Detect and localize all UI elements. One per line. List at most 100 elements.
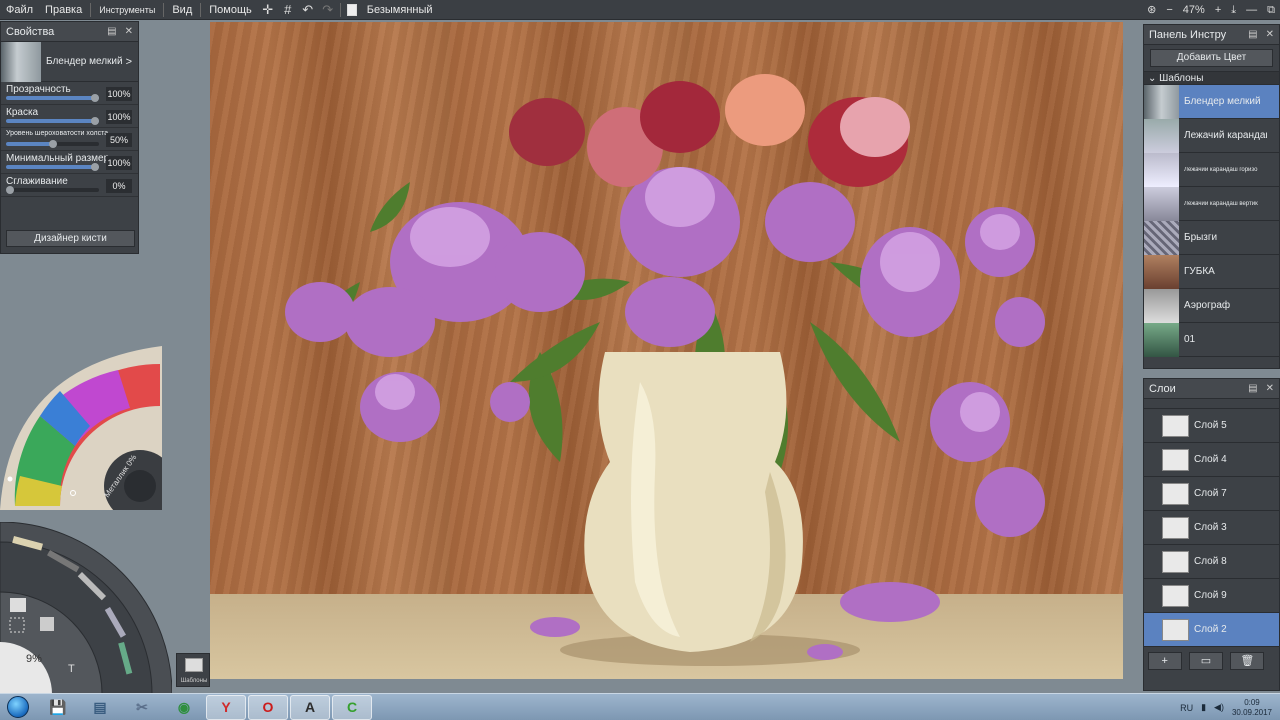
template-item[interactable]: Брызги [1144,220,1279,255]
menu-edit[interactable]: Правка [39,0,88,20]
svg-text:T: T [68,663,75,675]
template-label: 01 [1184,334,1196,345]
layer-item[interactable]: Слой 7 [1144,477,1279,511]
templates-label: Шаблоны [180,678,208,684]
screenshot-icon[interactable]: ⊛ [1142,0,1161,20]
taskbar-app-button[interactable]: Y [206,694,246,720]
pin-icon[interactable]: ▤ [1248,29,1257,40]
menu-separator [339,2,341,17]
taskbar-app-button[interactable]: O [248,694,288,720]
menu-separator [163,2,165,17]
template-item[interactable]: 01 [1144,322,1279,357]
templates-icon [185,658,203,672]
add-color-button[interactable]: Добавить Цвет [1150,49,1273,67]
menu-view[interactable]: Вид [166,0,198,20]
close-icon[interactable]: ✕ [1266,383,1274,394]
layer-item[interactable]: Слой 3 [1144,511,1279,545]
taskbar-app-button[interactable]: C [332,694,372,720]
slider-value[interactable]: 100% [106,110,132,124]
clock[interactable]: 0:09 30.09.2017 [1232,698,1272,718]
tool-selector-fan[interactable]: T 9% [0,521,173,695]
layer-item[interactable]: Слой 5 [1144,409,1279,443]
template-thumbnail [1144,254,1179,289]
template-item[interactable]: Аэрограф [1144,288,1279,323]
properties-header: Свойства ▤ ✕ [1,22,138,42]
slider-value[interactable]: 100% [106,87,132,101]
pin-icon[interactable]: ▤ [107,26,116,37]
menu-help[interactable]: Помощь [203,0,258,20]
document-tab[interactable]: Безымянный [343,0,439,20]
zoom-out-button[interactable]: − [1161,0,1177,20]
painting-canvas[interactable] [210,22,1123,679]
taskbar-app-button[interactable]: ◉ [164,695,204,720]
menu-tools[interactable]: Инструменты [93,0,161,20]
add-folder-button[interactable]: ▭ [1188,652,1223,670]
eraser-icon[interactable] [10,598,26,612]
template-item[interactable]: Лежачий карандаш вертик [1144,186,1279,221]
network-icon[interactable]: ▮ [1201,702,1206,713]
template-thumbnail [1144,118,1179,153]
color-picker[interactable]: Металлик 0% [0,346,176,522]
templates-list: Блендер мелкий Лежачий карандаш2 Лежачий к… [1144,84,1279,357]
template-thumbnail [1144,84,1179,119]
slider-knob[interactable] [6,186,14,194]
slider-knob[interactable] [91,163,99,171]
slider-track[interactable] [6,163,99,171]
brush-expand-arrow[interactable]: > [126,56,138,68]
layer-thumbnail [1162,550,1189,573]
volume-icon[interactable]: ◀) [1214,702,1224,713]
grid-icon[interactable]: # [278,0,298,20]
layer-item[interactable]: Слой 8 [1144,545,1279,579]
minimize-button[interactable]: — [1241,0,1262,20]
properties-title: Свойства [6,25,55,38]
start-button[interactable] [0,694,36,720]
templates-section-title: Шаблоны [1159,73,1204,84]
delete-layer-button[interactable]: 🗑 [1230,652,1265,670]
close-icon[interactable]: ✕ [1266,29,1274,40]
template-thumbnail [1144,152,1179,187]
menu-file[interactable]: Файл [0,0,39,20]
hue-selector-dot[interactable] [7,476,13,482]
templates-section-header[interactable]: ⌄ Шаблоны [1144,71,1279,85]
add-layer-button[interactable]: + [1147,652,1182,670]
taskbar-app-button[interactable]: ▤ [80,695,120,720]
language-indicator[interactable]: RU [1180,703,1193,713]
templates-button[interactable]: Шаблоны [176,653,210,687]
template-item[interactable]: Лежачий карандаш2 [1144,118,1279,153]
template-label: Аэрограф [1184,300,1231,311]
download-icon[interactable]: ⤓ [1226,0,1241,20]
slider-track[interactable] [6,117,99,125]
zoom-in-button[interactable]: + [1210,0,1226,20]
move-icon[interactable]: ✛ [258,0,278,20]
undo-icon[interactable]: ↶ [298,0,318,20]
template-label: Лежачий карандаш горизо [1184,166,1258,173]
slider-knob[interactable] [48,140,57,148]
close-icon[interactable]: ✕ [125,26,133,37]
template-item[interactable]: ГУБКА [1144,254,1279,289]
layer-item[interactable]: Слой 4 [1144,443,1279,477]
slider-track[interactable] [6,186,99,194]
slider-knob[interactable] [91,94,99,102]
pin-icon[interactable]: ▤ [1248,383,1257,394]
layer-item[interactable]: Слой 2 [1144,613,1279,647]
slider-value[interactable]: 0% [106,179,132,193]
layer-thumbnail [1162,516,1189,539]
text-tool-icon[interactable]: T [68,663,75,675]
taskbar-app-button[interactable]: ✂ [122,695,162,720]
template-item[interactable]: Лежачий карандаш горизо [1144,152,1279,187]
slider-track[interactable] [6,140,99,148]
restore-button[interactable]: ⧉ [1262,0,1280,20]
redo-icon[interactable]: ↷ [318,0,338,20]
layer-item[interactable]: Слой 9 [1144,579,1279,613]
current-brush[interactable]: Блендер мелкий > [1,41,138,82]
fill-bucket-icon[interactable] [40,617,54,631]
slider-value[interactable]: 50% [106,133,132,147]
slider-knob[interactable] [91,117,99,125]
layer-thumbnail [1162,618,1189,641]
slider-track[interactable] [6,94,99,102]
taskbar-app-button[interactable]: A [290,694,330,720]
taskbar-app-button[interactable]: 💾 [38,695,78,720]
slider-value[interactable]: 100% [106,156,132,170]
template-item[interactable]: Блендер мелкий [1144,84,1279,119]
brush-designer-button[interactable]: Дизайнер кисти [6,230,135,247]
